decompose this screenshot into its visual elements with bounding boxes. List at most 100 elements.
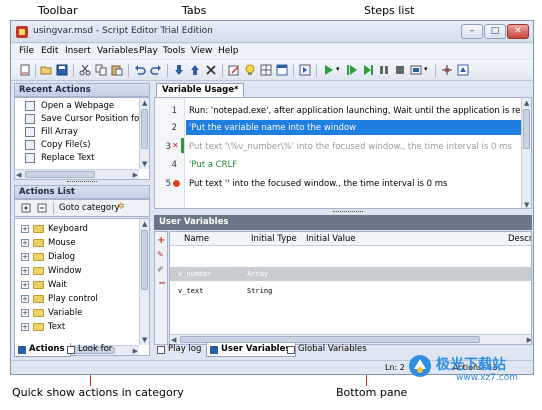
scroll-thumb[interactable]: [523, 109, 530, 149]
menu-edit[interactable]: Edit: [41, 46, 58, 56]
save-icon[interactable]: [56, 64, 68, 76]
collapse-all-icon[interactable]: [37, 203, 47, 213]
minimize-button[interactable]: –: [461, 24, 483, 39]
menu-file[interactable]: File: [19, 46, 34, 56]
menu-tools[interactable]: Tools: [163, 46, 185, 56]
expand-icon[interactable]: +: [21, 225, 29, 233]
expand-icon[interactable]: +: [21, 239, 29, 247]
step-text[interactable]: Put text '' into the focused window., th…: [189, 179, 447, 189]
list-item[interactable]: Replace Text: [15, 152, 139, 165]
step-text[interactable]: Run: 'notepad.exe', after application la…: [189, 106, 531, 116]
window-icon[interactable]: [276, 64, 288, 76]
row-name[interactable]: v_text: [178, 287, 203, 295]
category-wait[interactable]: + Wait: [15, 279, 139, 292]
lightbulb-icon[interactable]: [244, 64, 256, 76]
step-text[interactable]: Put text '\%v_number\%' into the focused…: [189, 142, 512, 152]
vertical-scrollbar[interactable]: ▲ ▼: [521, 98, 531, 208]
chevron-down-icon[interactable]: ▾: [336, 65, 340, 73]
scroll-thumb[interactable]: [141, 230, 148, 290]
column-initial-type[interactable]: Initial Type: [251, 234, 297, 244]
scroll-left-icon[interactable]: ◀: [16, 171, 21, 179]
splitter-grip[interactable]: [333, 211, 363, 214]
title-bar[interactable]: usingvar.msd - Script Editor Trial Editi…: [11, 21, 533, 43]
list-item[interactable]: Save Cursor Position for R: [15, 113, 149, 126]
scroll-up-icon[interactable]: ▲: [142, 220, 147, 228]
delete-icon[interactable]: [205, 64, 217, 76]
scroll-right-icon[interactable]: ▶: [133, 171, 138, 179]
step-icon[interactable]: [299, 64, 311, 76]
record-options-icon[interactable]: [410, 64, 422, 76]
row-type[interactable]: String: [247, 287, 272, 295]
tab-play-log[interactable]: Play log: [154, 343, 206, 357]
gear-icon[interactable]: ✲: [117, 202, 125, 212]
pencil-icon[interactable]: ✐: [157, 265, 164, 274]
column-description[interactable]: Descripti: [508, 234, 531, 244]
tab-global-variables[interactable]: Global Variables: [284, 343, 372, 357]
column-initial-value[interactable]: Initial Value: [306, 234, 356, 244]
remove-variable-icon[interactable]: −: [158, 278, 166, 289]
tab-variable-usage[interactable]: Variable Usage*: [156, 83, 245, 97]
run-to-icon[interactable]: [362, 64, 374, 76]
open-folder-icon[interactable]: [40, 64, 52, 76]
splitter-grip[interactable]: [67, 181, 97, 184]
pause-icon[interactable]: [378, 64, 390, 76]
stop-icon[interactable]: [394, 64, 406, 76]
goto-category-button[interactable]: Goto category: [59, 203, 120, 213]
category-mouse[interactable]: + Mouse: [15, 237, 139, 250]
expand-icon[interactable]: +: [21, 281, 29, 289]
scroll-up-icon[interactable]: ▲: [524, 99, 529, 107]
edit-properties-icon[interactable]: [228, 64, 240, 76]
column-name[interactable]: Name: [184, 234, 209, 244]
add-variable-icon[interactable]: +: [157, 235, 165, 246]
step-text[interactable]: 'Put a CRLF: [189, 160, 237, 170]
vertical-scrollbar[interactable]: ▲ ▼: [139, 98, 149, 169]
breakpoint-icon[interactable]: [173, 180, 180, 187]
scroll-thumb[interactable]: [141, 109, 148, 149]
copy-icon[interactable]: [95, 64, 107, 76]
chevron-down-icon[interactable]: ▾: [424, 65, 428, 73]
list-item[interactable]: Fill Array: [15, 126, 139, 139]
list-item[interactable]: Open a Webpage: [15, 100, 139, 113]
capture-icon[interactable]: [457, 64, 469, 76]
category-keyboard[interactable]: + Keyboard: [15, 223, 139, 236]
expand-icon[interactable]: +: [21, 267, 29, 275]
close-button[interactable]: ✕: [507, 24, 529, 39]
move-up-icon[interactable]: [189, 64, 201, 76]
menu-play[interactable]: Play: [139, 46, 158, 56]
new-file-icon[interactable]: [19, 64, 31, 76]
table-row[interactable]: [170, 267, 531, 281]
scroll-thumb[interactable]: [180, 336, 480, 343]
scroll-thumb[interactable]: [25, 171, 95, 178]
category-window[interactable]: + Window: [15, 265, 139, 278]
scroll-up-icon[interactable]: ▲: [142, 99, 147, 107]
expand-all-icon[interactable]: [21, 203, 31, 213]
menu-variables[interactable]: Variables: [97, 46, 138, 56]
category-play-control[interactable]: + Play control: [15, 293, 139, 306]
menu-help[interactable]: Help: [218, 46, 239, 56]
category-variable[interactable]: + Variable: [15, 307, 139, 320]
tab-actions[interactable]: Actions: [14, 343, 71, 357]
expand-icon[interactable]: +: [21, 323, 29, 331]
category-text[interactable]: + Text: [15, 321, 139, 334]
expand-icon[interactable]: +: [21, 253, 29, 261]
tab-user-variables[interactable]: User Variables: [206, 343, 297, 357]
step-text[interactable]: 'Put the variable name into the window: [189, 123, 356, 133]
category-dialog[interactable]: + Dialog: [15, 251, 139, 264]
grid-icon[interactable]: [260, 64, 272, 76]
edit-variable-icon[interactable]: ✎: [157, 250, 164, 259]
expand-icon[interactable]: +: [21, 295, 29, 303]
maximize-button[interactable]: □: [484, 24, 506, 39]
list-item[interactable]: Copy File(s): [15, 139, 139, 152]
play-from-icon[interactable]: [346, 64, 358, 76]
play-icon[interactable]: [322, 64, 334, 76]
redo-icon[interactable]: [150, 64, 162, 76]
tab-look-for[interactable]: Look for: [64, 343, 117, 357]
expand-icon[interactable]: +: [21, 309, 29, 317]
vertical-scrollbar[interactable]: ▲ ▼: [139, 219, 149, 345]
pick-window-icon[interactable]: [441, 64, 453, 76]
cut-icon[interactable]: [79, 64, 91, 76]
scroll-down-icon[interactable]: ▼: [524, 201, 529, 208]
move-down-icon[interactable]: [173, 64, 185, 76]
scroll-down-icon[interactable]: ▼: [142, 160, 147, 168]
paste-icon[interactable]: [111, 64, 123, 76]
